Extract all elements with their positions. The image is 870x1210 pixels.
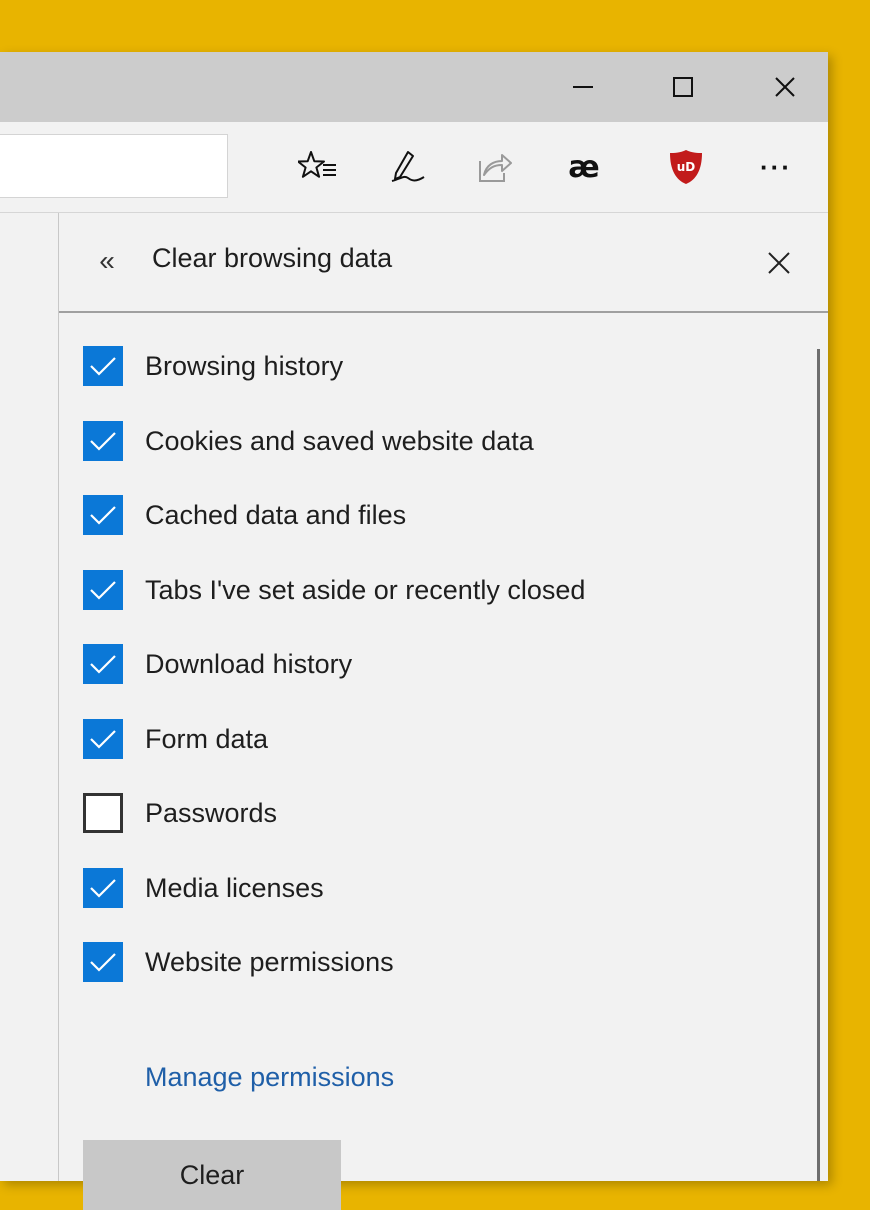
checkmark-icon: [90, 879, 116, 898]
checkmark-icon: [90, 432, 116, 451]
option-row[interactable]: Tabs I've set aside or recently closed: [83, 567, 585, 613]
maximize-icon: [673, 77, 693, 97]
minimize-icon: [573, 86, 593, 88]
share-button[interactable]: [466, 140, 522, 194]
ublock-origin-icon: uD: [670, 150, 702, 184]
page-content: [0, 213, 59, 1181]
checkmark-icon: [90, 357, 116, 376]
option-row[interactable]: Website permissions: [83, 939, 394, 985]
option-label: Passwords: [145, 797, 278, 828]
option-label: Tabs I've set aside or recently closed: [145, 574, 586, 605]
option-label: Download history: [145, 648, 353, 679]
option-label: Form data: [145, 723, 269, 754]
panel-scrollbar[interactable]: [817, 349, 820, 1181]
minimize-button[interactable]: [540, 52, 626, 122]
checkbox[interactable]: [83, 868, 123, 908]
ublock-origin-button[interactable]: uD: [658, 140, 714, 194]
browser-toolbar: æ uD ···: [0, 122, 828, 213]
checkmark-icon: [90, 655, 116, 674]
maximize-button[interactable]: [640, 52, 726, 122]
clear-browsing-data-panel: « Clear browsing data Browsing history Co…: [59, 213, 828, 1210]
browser-window: æ uD ··· « Clear browsing data Browsing …: [0, 52, 828, 1210]
back-chevron-icon[interactable]: «: [89, 241, 125, 281]
checkbox[interactable]: [83, 719, 123, 759]
ae-extension-icon: æ: [568, 149, 600, 185]
more-icon: ···: [760, 151, 792, 182]
pen-icon: [391, 151, 425, 182]
share-icon: [479, 154, 512, 182]
ae-extension-button[interactable]: æ: [556, 140, 612, 194]
checkbox[interactable]: [83, 793, 123, 833]
option-row[interactable]: Form data: [83, 716, 268, 762]
panel-title: Clear browsing data: [152, 243, 393, 273]
option-label: Browsing history: [145, 350, 344, 381]
option-row[interactable]: Passwords: [83, 790, 277, 836]
panel-header: « Clear browsing data: [59, 213, 828, 313]
web-note-button[interactable]: [380, 140, 436, 194]
checkmark-icon: [90, 730, 116, 749]
checkbox[interactable]: [83, 644, 123, 684]
checkbox[interactable]: [83, 942, 123, 982]
option-label: Cached data and files: [145, 499, 407, 530]
manage-permissions-link[interactable]: Manage permissions: [145, 1062, 394, 1093]
svg-text:uD: uD: [677, 160, 696, 174]
option-label: Cookies and saved website data: [145, 425, 534, 456]
checkmark-icon: [90, 506, 116, 525]
close-icon: [775, 77, 795, 97]
option-label: Website permissions: [145, 946, 394, 977]
option-row[interactable]: Browsing history: [83, 343, 343, 389]
option-row[interactable]: Cookies and saved website data: [83, 418, 534, 464]
checkbox[interactable]: [83, 570, 123, 610]
close-panel-button[interactable]: [759, 243, 799, 283]
option-row[interactable]: Media licenses: [83, 865, 324, 911]
settings-more-button[interactable]: ···: [748, 140, 804, 194]
clear-button[interactable]: Clear: [83, 1140, 341, 1210]
title-bar: [0, 52, 828, 122]
address-bar[interactable]: [0, 134, 228, 198]
favorites-button[interactable]: [290, 140, 346, 194]
checkmark-icon: [90, 581, 116, 600]
checkbox[interactable]: [83, 495, 123, 535]
option-row[interactable]: Cached data and files: [83, 492, 406, 538]
option-row[interactable]: Download history: [83, 641, 352, 687]
checkbox[interactable]: [83, 346, 123, 386]
option-label: Media licenses: [145, 872, 324, 903]
favorites-star-icon: [298, 151, 336, 178]
checkbox[interactable]: [83, 421, 123, 461]
checkmark-icon: [90, 953, 116, 972]
close-window-button[interactable]: [742, 52, 828, 122]
close-icon: [768, 252, 790, 274]
